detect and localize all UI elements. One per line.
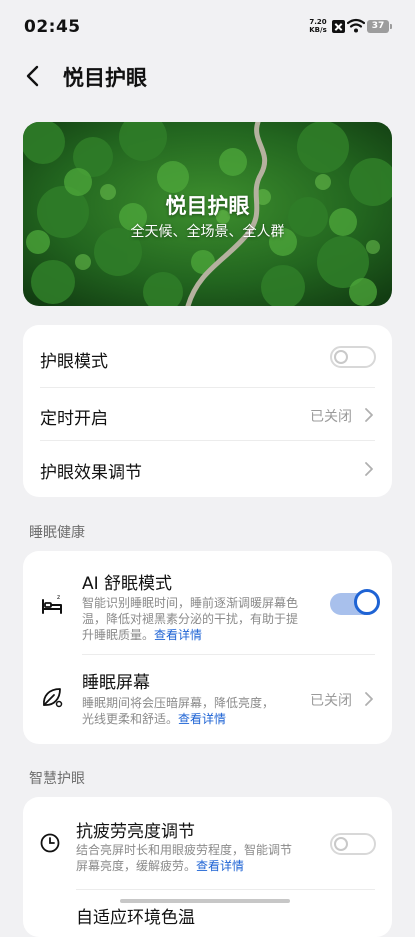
- ai-sleep-desc-line-3: 升睡眠质量。查看详情: [82, 627, 298, 643]
- chevron-right-icon: [365, 692, 373, 706]
- sleep-screen-value: 已关闭: [310, 693, 352, 709]
- hero-subtitle: 全天候、全场景、全人群: [130, 224, 285, 240]
- anti-fatigue-desc-line-1: 结合亮屏时长和用眼疲劳程度，智能调节: [76, 843, 293, 857]
- sleep-screen-title: 睡眠屏幕: [82, 673, 150, 693]
- sleep-screen-desc-line-2: 光线更柔和舒适。查看详情: [82, 711, 274, 727]
- wifi-icon: [347, 18, 365, 33]
- effect-adjust-label: 护眼效果调节: [40, 463, 142, 483]
- anti-fatigue-description: 结合亮屏时长和用眼疲劳程度，智能调节 屏幕亮度，缓解疲劳。查看详情: [76, 842, 292, 874]
- effect-adjust-row[interactable]: 护眼效果调节: [23, 441, 392, 497]
- adaptive-color-temp-row[interactable]: 自适应环境色温: [23, 890, 392, 930]
- leaf-icon: [43, 688, 63, 708]
- ai-sleep-desc-text: 升睡眠质量。: [82, 628, 155, 642]
- back-arrow-icon[interactable]: [22, 64, 46, 88]
- smart-eye-care-card: 抗疲劳亮度调节 结合亮屏时长和用眼疲劳程度，智能调节 屏幕亮度，缓解疲劳。查看详…: [23, 797, 392, 937]
- ai-sleep-mode-toggle[interactable]: [330, 589, 380, 615]
- ai-sleep-mode-row[interactable]: z AI 舒眠模式 智能识别睡眠时间，睡前逐渐调暖屏幕色 温，降低对褪黑素分泌的…: [23, 551, 392, 654]
- anti-fatigue-desc-line-2: 屏幕亮度，缓解疲劳。查看详情: [76, 858, 292, 874]
- network-speed-value: 7.20: [309, 18, 327, 26]
- network-speed-unit: KB/s: [309, 26, 327, 34]
- eye-protection-settings-card: 护眼模式 定时开启 已关闭 护眼效果调节: [23, 325, 392, 497]
- status-time: 02:45: [24, 17, 81, 37]
- anti-fatigue-details-link[interactable]: 查看详情: [196, 859, 244, 873]
- eye-mode-label: 护眼模式: [40, 352, 108, 372]
- sleep-health-card: z AI 舒眠模式 智能识别睡眠时间，睡前逐渐调暖屏幕色 温，降低对褪黑素分泌的…: [23, 551, 392, 744]
- ai-sleep-details-link[interactable]: 查看详情: [154, 628, 202, 642]
- hero-title: 悦目护眼: [165, 194, 250, 218]
- bed-icon: z: [42, 594, 62, 614]
- ai-sleep-mode-title: AI 舒眠模式: [82, 574, 173, 594]
- ai-sleep-desc-line-1: 智能识别睡眠时间，睡前逐渐调暖屏幕色: [82, 596, 299, 610]
- sleep-screen-row[interactable]: 睡眠屏幕 睡眠期间将会压暗屏幕，降低亮度， 光线更柔和舒适。查看详情 已关闭: [23, 655, 392, 744]
- section-title-sleep: 睡眠健康: [29, 525, 85, 541]
- network-speed: 7.20 KB/s: [308, 18, 328, 34]
- schedule-label: 定时开启: [40, 409, 108, 429]
- svg-text:z: z: [57, 594, 60, 601]
- anti-fatigue-toggle[interactable]: [330, 833, 376, 855]
- anti-fatigue-title: 抗疲劳亮度调节: [76, 822, 195, 842]
- anti-fatigue-desc-text: 屏幕亮度，缓解疲劳。: [76, 859, 197, 873]
- status-bar: 02:45 7.20 KB/s 37: [0, 0, 415, 52]
- anti-fatigue-row[interactable]: 抗疲劳亮度调节 结合亮屏时长和用眼疲劳程度，智能调节 屏幕亮度，缓解疲劳。查看详…: [23, 797, 392, 889]
- sleep-screen-description: 睡眠期间将会压暗屏幕，降低亮度， 光线更柔和舒适。查看详情: [82, 695, 274, 727]
- hero-banner: 悦目护眼 全天候、全场景、全人群: [23, 122, 392, 306]
- sleep-screen-desc-line-1: 睡眠期间将会压暗屏幕，降低亮度，: [82, 696, 275, 710]
- chevron-right-icon: [365, 462, 373, 476]
- sleep-screen-desc-text: 光线更柔和舒适。: [82, 712, 179, 726]
- adaptive-color-temp-title: 自适应环境色温: [76, 908, 195, 928]
- eye-mode-row[interactable]: 护眼模式: [23, 325, 392, 387]
- ai-sleep-desc-line-2: 温，降低对褪黑素分泌的干扰，有助于提: [82, 612, 299, 626]
- page-title: 悦目护眼: [63, 66, 147, 90]
- schedule-row[interactable]: 定时开启 已关闭: [23, 388, 392, 440]
- battery-icon: 37: [367, 20, 392, 33]
- ai-sleep-mode-description: 智能识别睡眠时间，睡前逐渐调暖屏幕色 温，降低对褪黑素分泌的干扰，有助于提 升睡…: [82, 595, 298, 643]
- chevron-right-icon: [365, 408, 373, 422]
- clock-icon: [40, 833, 60, 853]
- schedule-value: 已关闭: [310, 409, 352, 425]
- eye-mode-toggle[interactable]: [330, 346, 376, 368]
- sleep-screen-details-link[interactable]: 查看详情: [178, 712, 226, 726]
- home-indicator[interactable]: [120, 899, 290, 903]
- section-title-smart: 智慧护眼: [29, 771, 85, 787]
- sim-off-icon: [332, 20, 345, 33]
